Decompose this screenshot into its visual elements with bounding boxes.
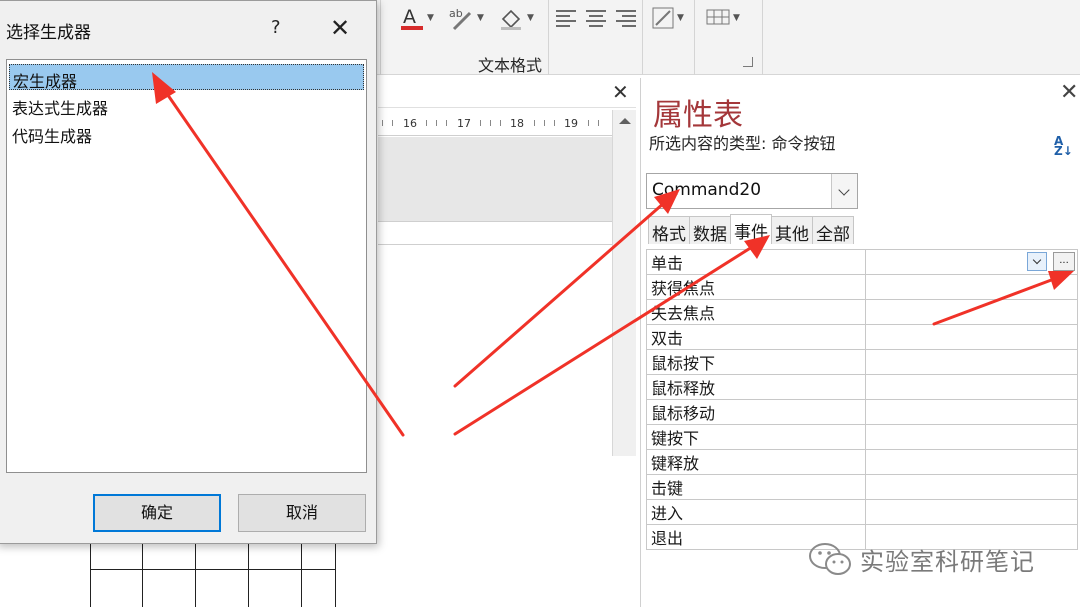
arrow-to-object-selector [453, 201, 666, 388]
arrow-to-builder-button [932, 277, 1056, 326]
arrow-to-event-tab [453, 245, 754, 436]
arrowhead [744, 235, 770, 259]
arrowhead [1048, 271, 1074, 290]
arrow-to-macro-builder [161, 86, 405, 437]
annotation-arrows [152, 72, 1074, 437]
